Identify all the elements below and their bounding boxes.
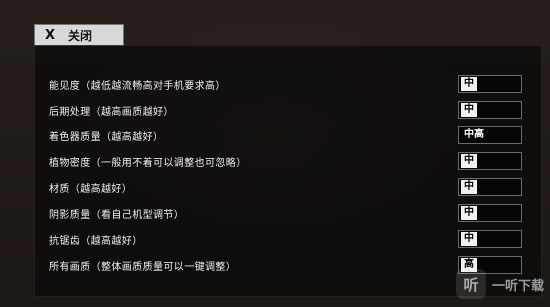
post-processing-select[interactable]: 中	[458, 101, 522, 119]
setting-label-texture: 材质（越高越好）	[49, 183, 133, 195]
watermark-text: 一听下载	[491, 278, 544, 294]
selected-value: 中	[461, 154, 477, 168]
settings-panel: 能见度（越低越流畅高对手机要求高） 中 后期处理（越高画质越好） 中 着色器质量…	[34, 45, 542, 297]
close-icon: X	[45, 27, 57, 43]
setting-label-overall-quality: 所有画质（整体画质质量可以一键调整）	[49, 261, 237, 273]
watermark-logo: 听	[455, 269, 486, 299]
visibility-select[interactable]: 中	[458, 75, 522, 93]
close-label: 关闭	[68, 28, 93, 43]
setting-label-foliage-density: 植物密度（一般用不着可以调整也可忽略）	[49, 157, 247, 169]
setting-label-shader-quality: 着色器质量（越高越好）	[49, 131, 164, 143]
shader-quality-select[interactable]: 中高	[458, 126, 522, 144]
setting-label-anti-aliasing: 抗锯齿（越高越好）	[49, 235, 143, 247]
selected-value: 中	[461, 232, 477, 246]
setting-label-shadow-quality: 阴影质量（看自己机型调节）	[49, 209, 185, 221]
close-button[interactable]: X 关闭	[34, 24, 124, 46]
setting-label-post-processing: 后期处理（越高画质越好）	[49, 106, 174, 118]
selected-value: 中	[461, 103, 477, 117]
selected-value: 中	[461, 77, 477, 91]
anti-aliasing-select[interactable]: 中	[458, 230, 522, 248]
foliage-density-select[interactable]: 中	[458, 152, 522, 170]
watermark: 听 一听下载	[455, 269, 544, 299]
selected-value: 中高	[464, 129, 484, 140]
setting-label-visibility: 能见度（越低越流畅高对手机要求高）	[49, 80, 226, 92]
shadow-quality-select[interactable]: 中	[458, 204, 522, 222]
selected-value: 中	[461, 206, 477, 220]
texture-select[interactable]: 中	[458, 178, 522, 196]
selected-value: 中	[461, 180, 477, 194]
